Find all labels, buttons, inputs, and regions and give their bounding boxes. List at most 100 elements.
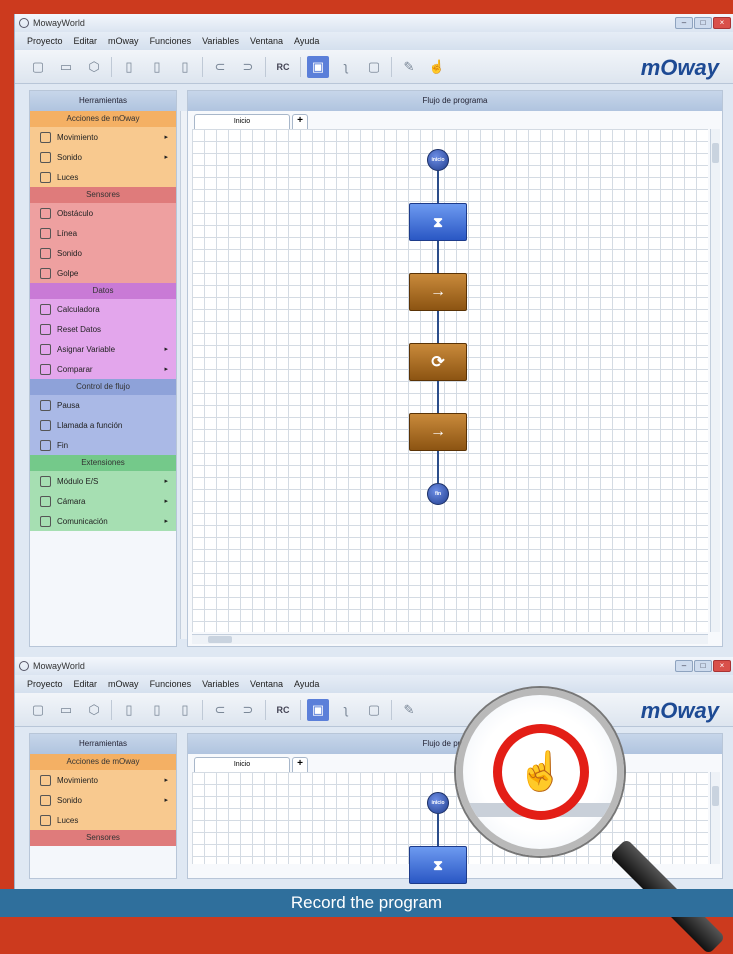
tool-item[interactable]: Cámara ▸ — [30, 491, 176, 511]
menu-editar[interactable]: Editar — [74, 36, 98, 46]
menu-editar[interactable]: Editar — [74, 679, 98, 689]
open-file-icon[interactable]: ▭ — [55, 56, 77, 78]
add-tab-button[interactable]: + — [292, 114, 308, 129]
start-icon[interactable]: inicio — [427, 149, 449, 171]
tool-item[interactable]: Reset Datos — [30, 319, 176, 339]
menu-funciones[interactable]: Funciones — [150, 679, 192, 689]
category-header[interactable]: Sensores — [30, 830, 176, 846]
tab-inicio[interactable]: Inicio — [194, 114, 290, 129]
menu-ventana[interactable]: Ventana — [250, 679, 283, 689]
tool-item[interactable]: Sonido ▸ — [30, 147, 176, 167]
tool-item[interactable]: Movimiento ▸ — [30, 127, 176, 147]
add-tab-button[interactable]: + — [292, 757, 308, 772]
menu-ayuda[interactable]: Ayuda — [294, 679, 319, 689]
tool-item[interactable]: Módulo E/S ▸ — [30, 471, 176, 491]
flow-vertical-scrollbar[interactable] — [710, 772, 720, 864]
tool-item[interactable]: Obstáculo — [30, 203, 176, 223]
cut-icon[interactable]: ▯ — [118, 699, 140, 721]
connector-tool-icon[interactable]: ʅ — [335, 56, 357, 78]
arrow-right-icon[interactable]: → — [409, 273, 467, 311]
paste-icon[interactable]: ▯ — [174, 699, 196, 721]
category-header[interactable]: Acciones de mOway — [30, 754, 176, 770]
category-header[interactable]: Acciones de mOway — [30, 111, 176, 127]
cut-icon[interactable]: ▯ — [118, 56, 140, 78]
menu-proyecto[interactable]: Proyecto — [27, 36, 63, 46]
scroll-thumb[interactable] — [712, 143, 719, 163]
tool-item[interactable]: Movimiento ▸ — [30, 770, 176, 790]
new-file-icon[interactable]: ▢ — [27, 699, 49, 721]
caption-banner: Record the program — [0, 889, 733, 917]
turn-icon — [40, 774, 51, 786]
tool-item[interactable]: Comparar ▸ — [30, 359, 176, 379]
tool-item[interactable]: Luces — [30, 810, 176, 830]
minimize-icon[interactable]: – — [675, 17, 693, 29]
function-icon — [40, 419, 51, 431]
scroll-thumb[interactable] — [208, 636, 232, 643]
copy-icon[interactable]: ▯ — [146, 56, 168, 78]
category-header[interactable]: Sensores — [30, 187, 176, 203]
new-file-icon[interactable]: ▢ — [27, 56, 49, 78]
tool-item[interactable]: Comunicación ▸ — [30, 511, 176, 531]
end-icon[interactable]: fin — [427, 483, 449, 505]
hourglass-icon[interactable]: ⧗ — [409, 203, 467, 241]
rc-button[interactable]: RC — [272, 56, 294, 78]
close-icon[interactable]: × — [713, 660, 731, 672]
brush-icon[interactable]: ✎ — [398, 699, 420, 721]
category-header[interactable]: Extensiones — [30, 455, 176, 471]
tool-item[interactable]: Calculadora — [30, 299, 176, 319]
tool-item[interactable]: Luces — [30, 167, 176, 187]
brush-icon[interactable]: ✎ — [398, 56, 420, 78]
minimize-icon[interactable]: – — [675, 660, 693, 672]
maximize-icon[interactable]: □ — [694, 660, 712, 672]
paste-icon[interactable]: ▯ — [174, 56, 196, 78]
tool-item[interactable]: Sonido ▸ — [30, 790, 176, 810]
record-hand-icon[interactable]: ☝ — [517, 750, 564, 794]
tool-item-label: Sonido — [57, 248, 82, 258]
flow-canvas[interactable]: inicio ⧗ → ⟳ → fin — [192, 129, 708, 632]
rc-button[interactable]: RC — [272, 699, 294, 721]
arrow-right-icon[interactable]: → — [409, 413, 467, 451]
start-icon[interactable]: inicio — [427, 792, 449, 814]
maximize-icon[interactable]: □ — [694, 17, 712, 29]
save-icon[interactable]: ⬡ — [83, 56, 105, 78]
tool-item[interactable]: Pausa — [30, 395, 176, 415]
connector-tool-icon[interactable]: ʅ — [335, 699, 357, 721]
menu-proyecto[interactable]: Proyecto — [27, 679, 63, 689]
menu-variables[interactable]: Variables — [202, 36, 239, 46]
tool-item[interactable]: Línea — [30, 223, 176, 243]
menu-moway[interactable]: mOway — [108, 679, 139, 689]
program-icon[interactable]: ▢ — [363, 56, 385, 78]
redo-icon[interactable]: ⊃ — [237, 56, 259, 78]
obstacle-icon — [40, 207, 51, 219]
record-hand-icon[interactable]: ☝ — [426, 56, 448, 78]
hourglass-icon[interactable]: ⧗ — [409, 846, 467, 884]
tool-item[interactable]: Golpe — [30, 263, 176, 283]
category-header[interactable]: Control de flujo — [30, 379, 176, 395]
close-icon[interactable]: × — [713, 17, 731, 29]
tool-item[interactable]: Fin — [30, 435, 176, 455]
tool-item[interactable]: Sonido — [30, 243, 176, 263]
flow-vertical-scrollbar[interactable] — [710, 129, 720, 632]
copy-icon[interactable]: ▯ — [146, 699, 168, 721]
scroll-thumb[interactable] — [712, 786, 719, 806]
menu-ayuda[interactable]: Ayuda — [294, 36, 319, 46]
pointer-tool-icon[interactable]: ▣ — [307, 55, 329, 78]
rotate-icon[interactable]: ⟳ — [409, 343, 467, 381]
menu-ventana[interactable]: Ventana — [250, 36, 283, 46]
redo-icon[interactable]: ⊃ — [237, 699, 259, 721]
menu-variables[interactable]: Variables — [202, 679, 239, 689]
tool-item-label: Sonido — [57, 795, 82, 805]
menu-moway[interactable]: mOway — [108, 36, 139, 46]
flow-horizontal-scrollbar[interactable] — [192, 634, 708, 644]
undo-icon[interactable]: ⊂ — [209, 699, 231, 721]
menu-funciones[interactable]: Funciones — [150, 36, 192, 46]
save-icon[interactable]: ⬡ — [83, 699, 105, 721]
open-file-icon[interactable]: ▭ — [55, 699, 77, 721]
tool-item[interactable]: Llamada a función — [30, 415, 176, 435]
program-icon[interactable]: ▢ — [363, 699, 385, 721]
category-header[interactable]: Datos — [30, 283, 176, 299]
tab-inicio[interactable]: Inicio — [194, 757, 290, 772]
tool-item[interactable]: Asignar Variable ▸ — [30, 339, 176, 359]
pointer-tool-icon[interactable]: ▣ — [307, 698, 329, 721]
undo-icon[interactable]: ⊂ — [209, 56, 231, 78]
